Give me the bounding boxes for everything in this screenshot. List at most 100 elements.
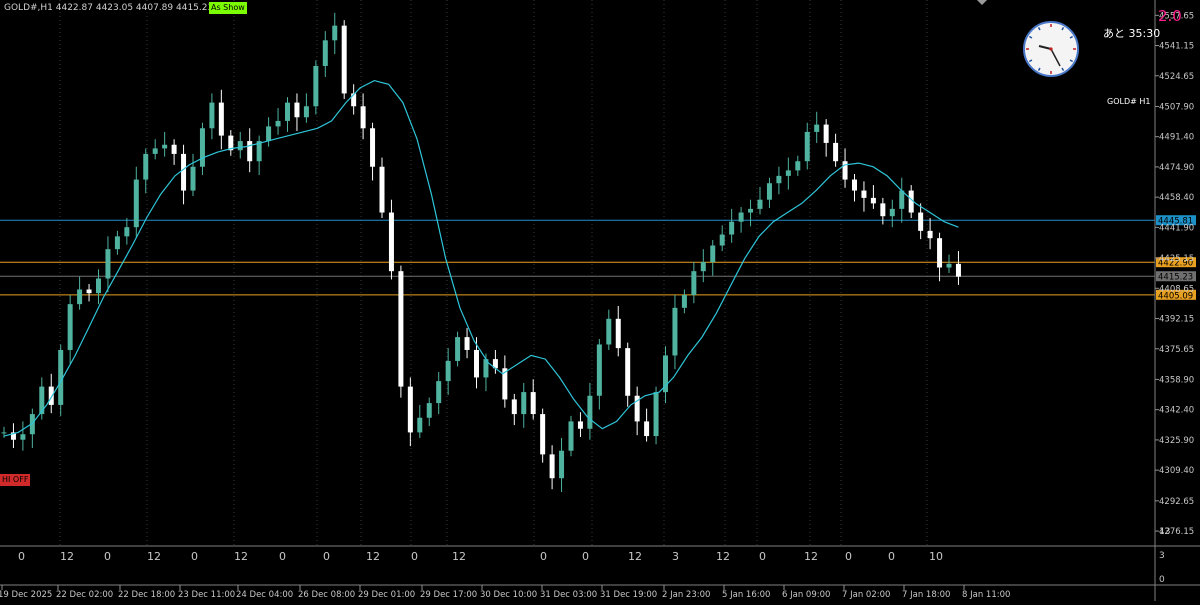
indicator-label: 0 bbox=[888, 550, 895, 563]
candle-body bbox=[360, 106, 366, 129]
candle-body bbox=[719, 234, 725, 246]
y-tick-label: 4309.40 bbox=[1159, 466, 1194, 476]
candle-body bbox=[124, 227, 130, 237]
candle-body bbox=[549, 454, 555, 479]
candle-body bbox=[870, 197, 876, 204]
candle-body bbox=[39, 386, 45, 415]
x-tick-label: 22 Dec 02:00 bbox=[56, 590, 113, 600]
horizontal-lines: 4445.814422.904415.234405.09 bbox=[0, 215, 1196, 301]
candle-body bbox=[417, 417, 423, 433]
candle-body bbox=[266, 126, 272, 142]
moving-average-line bbox=[3, 79, 959, 437]
candle-body bbox=[370, 128, 376, 167]
candle-body bbox=[379, 166, 385, 213]
candle-body bbox=[738, 212, 744, 222]
candle-body bbox=[199, 128, 205, 167]
indicator-label: 0 bbox=[191, 550, 198, 563]
candle-body bbox=[474, 349, 479, 378]
candle-body bbox=[833, 142, 839, 162]
candle-body bbox=[955, 263, 961, 277]
candle-body bbox=[313, 65, 319, 107]
candle-body bbox=[653, 392, 659, 437]
y-tick-label: 4292.65 bbox=[1159, 497, 1194, 507]
candle-body bbox=[96, 278, 101, 294]
candle-body bbox=[398, 271, 404, 387]
chart-shift-marker[interactable] bbox=[977, 0, 987, 5]
y-tick-label: 4458.40 bbox=[1159, 193, 1194, 203]
indicator-label: 0 bbox=[759, 550, 766, 563]
candle-body bbox=[795, 161, 801, 171]
candle-body bbox=[937, 238, 943, 268]
candle-body bbox=[247, 141, 253, 162]
candle-body bbox=[776, 175, 782, 184]
candle-body bbox=[823, 124, 829, 143]
x-tick-label: 31 Dec 19:00 bbox=[600, 590, 657, 600]
candle-body bbox=[672, 307, 678, 356]
candle-body bbox=[842, 161, 848, 180]
indicator-label: 12 bbox=[804, 550, 818, 563]
candle-body bbox=[436, 381, 442, 404]
x-tick-label: 5 Jan 16:00 bbox=[722, 590, 770, 600]
price-chart[interactable]: 4445.81 4422.90 4415.23 4405.09 4557.65 4541… bbox=[0, 0, 1200, 601]
symbol-info: GOLD#,H1 4422.87 4423.05 4407.89 4415.23 bbox=[4, 3, 214, 13]
candle-body bbox=[587, 395, 593, 429]
chart-canvas[interactable]: 4445.814422.904415.234405.09 4557.654541… bbox=[0, 0, 1200, 601]
candle-body bbox=[464, 337, 470, 350]
candle-body bbox=[20, 434, 26, 440]
candle-body bbox=[559, 450, 565, 479]
indicator-label: 12 bbox=[60, 550, 74, 563]
x-tick-label: 8 Jan 11:00 bbox=[962, 590, 1010, 600]
indicator-label: 10 bbox=[929, 550, 943, 563]
candle-body bbox=[663, 355, 668, 393]
candle-body bbox=[1, 432, 7, 434]
indicator-label: 3 bbox=[672, 550, 679, 563]
candle-body bbox=[209, 102, 215, 129]
y-tick-label: 4441.90 bbox=[1159, 223, 1194, 233]
indicator-label: 0 bbox=[845, 550, 852, 563]
candle-body bbox=[596, 344, 602, 396]
candle-body bbox=[67, 304, 73, 350]
time-axis: 19 Dec 2025 22 Dec 02:00 22 Dec 18:00 23 De… bbox=[0, 585, 1010, 600]
x-tick-label: 19 Dec 2025 bbox=[0, 590, 52, 600]
indicator-label: 12 bbox=[147, 550, 161, 563]
candle-body bbox=[303, 106, 309, 118]
indicator-label: 0 bbox=[18, 550, 25, 563]
indicator-label: 0 bbox=[104, 550, 111, 563]
y-tick-label: 4425.15 bbox=[1159, 254, 1194, 264]
candle-body bbox=[540, 414, 546, 455]
candle-body bbox=[285, 102, 290, 121]
candle-body bbox=[426, 403, 432, 418]
hi-off-button[interactable]: HI OFF bbox=[0, 474, 31, 486]
indicator-label: 0 bbox=[540, 550, 547, 563]
indicator-axis-label: 13 bbox=[1159, 527, 1170, 537]
chart-grid bbox=[59, 0, 928, 546]
x-tick-label: 23 Dec 11:00 bbox=[178, 590, 235, 600]
candle-body bbox=[804, 131, 810, 162]
as-show-button[interactable]: As Show bbox=[209, 2, 247, 14]
x-tick-label: 26 Dec 08:00 bbox=[298, 590, 355, 600]
indicator-label: 12 bbox=[452, 550, 466, 563]
candle-body bbox=[766, 183, 772, 200]
candle-body bbox=[814, 124, 820, 132]
candle-body bbox=[105, 249, 111, 279]
candle-body bbox=[341, 25, 347, 94]
candle-body bbox=[455, 337, 461, 361]
bar-countdown: あと 35:30 bbox=[1103, 27, 1161, 40]
indicator-label: 0 bbox=[582, 550, 589, 563]
candles bbox=[1, 12, 961, 492]
candle-body bbox=[615, 318, 621, 349]
candle-body bbox=[171, 144, 177, 154]
candle-body bbox=[445, 360, 451, 382]
candle-body bbox=[521, 392, 527, 415]
y-tick-label: 4507.90 bbox=[1159, 102, 1194, 112]
candle-body bbox=[606, 318, 612, 345]
candle-body bbox=[700, 262, 706, 272]
indicator-label: 12 bbox=[716, 550, 730, 563]
candle-body bbox=[407, 386, 413, 433]
candle-body bbox=[568, 421, 574, 451]
candle-body bbox=[237, 141, 243, 151]
candle-body bbox=[785, 170, 791, 176]
candle-body bbox=[152, 148, 158, 154]
y-tick-label: 4342.40 bbox=[1159, 406, 1194, 416]
candle-body bbox=[691, 271, 697, 295]
